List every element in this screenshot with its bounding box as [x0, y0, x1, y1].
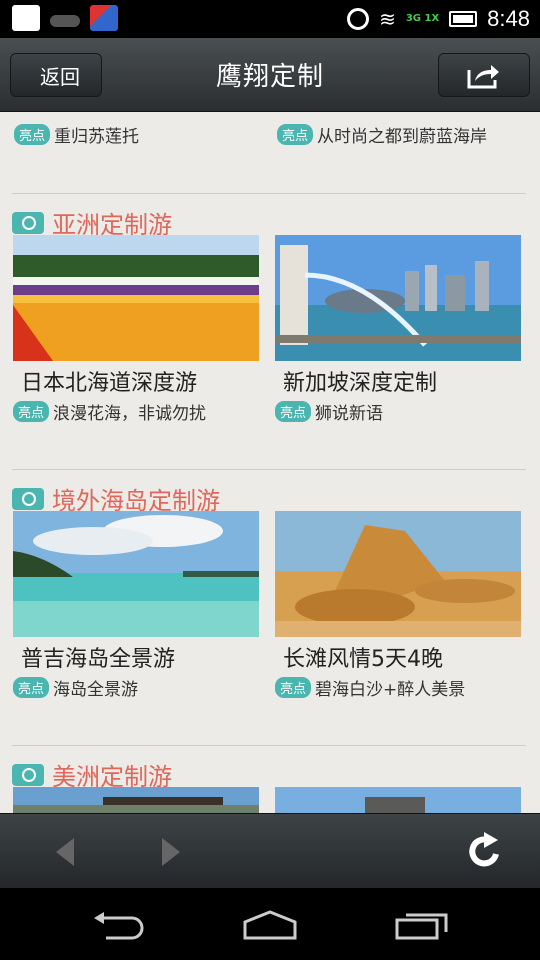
tour-image — [13, 235, 259, 361]
camera-icon — [12, 763, 44, 786]
tour-title: 日本北海道深度游 — [21, 371, 198, 396]
share-button[interactable] — [438, 53, 530, 97]
divider — [12, 745, 526, 746]
tour-image — [13, 511, 259, 637]
forward-arrow-icon[interactable] — [162, 838, 180, 866]
notification-area — [12, 5, 118, 31]
list-item[interactable]: 亮点 从时尚之都到蔚蓝海岸 — [277, 122, 487, 147]
tour-highlight: 亮点 碧海白沙+醉人美景 — [275, 675, 521, 700]
highlight-badge: 亮点 — [13, 677, 50, 698]
highlight-badge: 亮点 — [275, 677, 312, 698]
tour-image — [275, 511, 521, 637]
tour-card[interactable] — [275, 787, 521, 813]
alarm-icon — [347, 8, 370, 30]
tour-card[interactable]: 长滩风情5天4晚 亮点 碧海白沙+醉人美景 — [275, 511, 521, 700]
divider — [12, 193, 526, 194]
share-icon — [467, 65, 499, 89]
tour-image — [275, 235, 521, 361]
highlight-badge: 亮点 — [275, 401, 312, 422]
tour-highlight: 亮点 狮说新语 — [275, 399, 521, 424]
back-arrow-icon[interactable] — [56, 838, 74, 866]
tour-card[interactable]: 新加坡深度定制 亮点 狮说新语 — [275, 235, 521, 424]
notification-icon — [90, 5, 118, 31]
browser-toolbar — [0, 813, 540, 888]
tour-title: 新加坡深度定制 — [283, 371, 438, 396]
notification-icon — [12, 5, 40, 31]
home-icon[interactable] — [242, 910, 298, 940]
highlight-text: 浪漫花海，非诚勿扰 — [53, 404, 207, 424]
tour-highlight: 亮点 浪漫花海，非诚勿扰 — [13, 399, 259, 424]
system-nav-bar — [0, 888, 540, 960]
divider — [12, 469, 526, 470]
tour-highlight: 亮点 海岛全景游 — [13, 675, 259, 700]
scroll-content[interactable]: 亮点 重归苏莲托 亮点 从时尚之都到蔚蓝海岸 亚洲定制游 日本北海道深度游 亮点… — [0, 112, 540, 813]
tour-image — [275, 787, 521, 813]
list-item[interactable]: 亮点 重归苏莲托 — [14, 122, 139, 147]
tour-card[interactable] — [13, 787, 259, 813]
wifi-icon: ≋ — [379, 7, 396, 31]
highlight-text: 从时尚之都到蔚蓝海岸 — [317, 127, 488, 147]
highlight-text: 重归苏莲托 — [54, 127, 140, 147]
tour-title: 普吉海岛全景游 — [21, 647, 176, 672]
recent-apps-icon[interactable] — [394, 910, 450, 940]
highlight-badge: 亮点 — [13, 401, 50, 422]
refresh-icon[interactable] — [466, 830, 504, 870]
camera-icon — [12, 211, 44, 234]
camera-icon — [12, 487, 44, 510]
clock: 8:48 — [487, 6, 530, 31]
status-bar: ≋ 3G 1X 8:48 — [0, 0, 540, 38]
network-indicator: 3G 1X — [405, 13, 440, 24]
highlight-text: 狮说新语 — [315, 404, 384, 424]
tour-title: 长滩风情5天4晚 — [283, 647, 443, 672]
back-icon[interactable] — [92, 910, 148, 940]
highlight-text: 碧海白沙+醉人美景 — [315, 680, 466, 700]
battery-icon — [449, 11, 478, 27]
highlight-badge: 亮点 — [277, 124, 314, 145]
tour-card[interactable]: 普吉海岛全景游 亮点 海岛全景游 — [13, 511, 259, 700]
app-header: 返回 鹰翔定制 — [0, 38, 540, 112]
tour-image — [13, 787, 259, 813]
highlight-text: 海岛全景游 — [53, 680, 139, 700]
highlight-badge: 亮点 — [14, 124, 51, 145]
tour-card[interactable]: 日本北海道深度游 亮点 浪漫花海，非诚勿扰 — [13, 235, 259, 424]
notification-icon — [50, 15, 80, 27]
